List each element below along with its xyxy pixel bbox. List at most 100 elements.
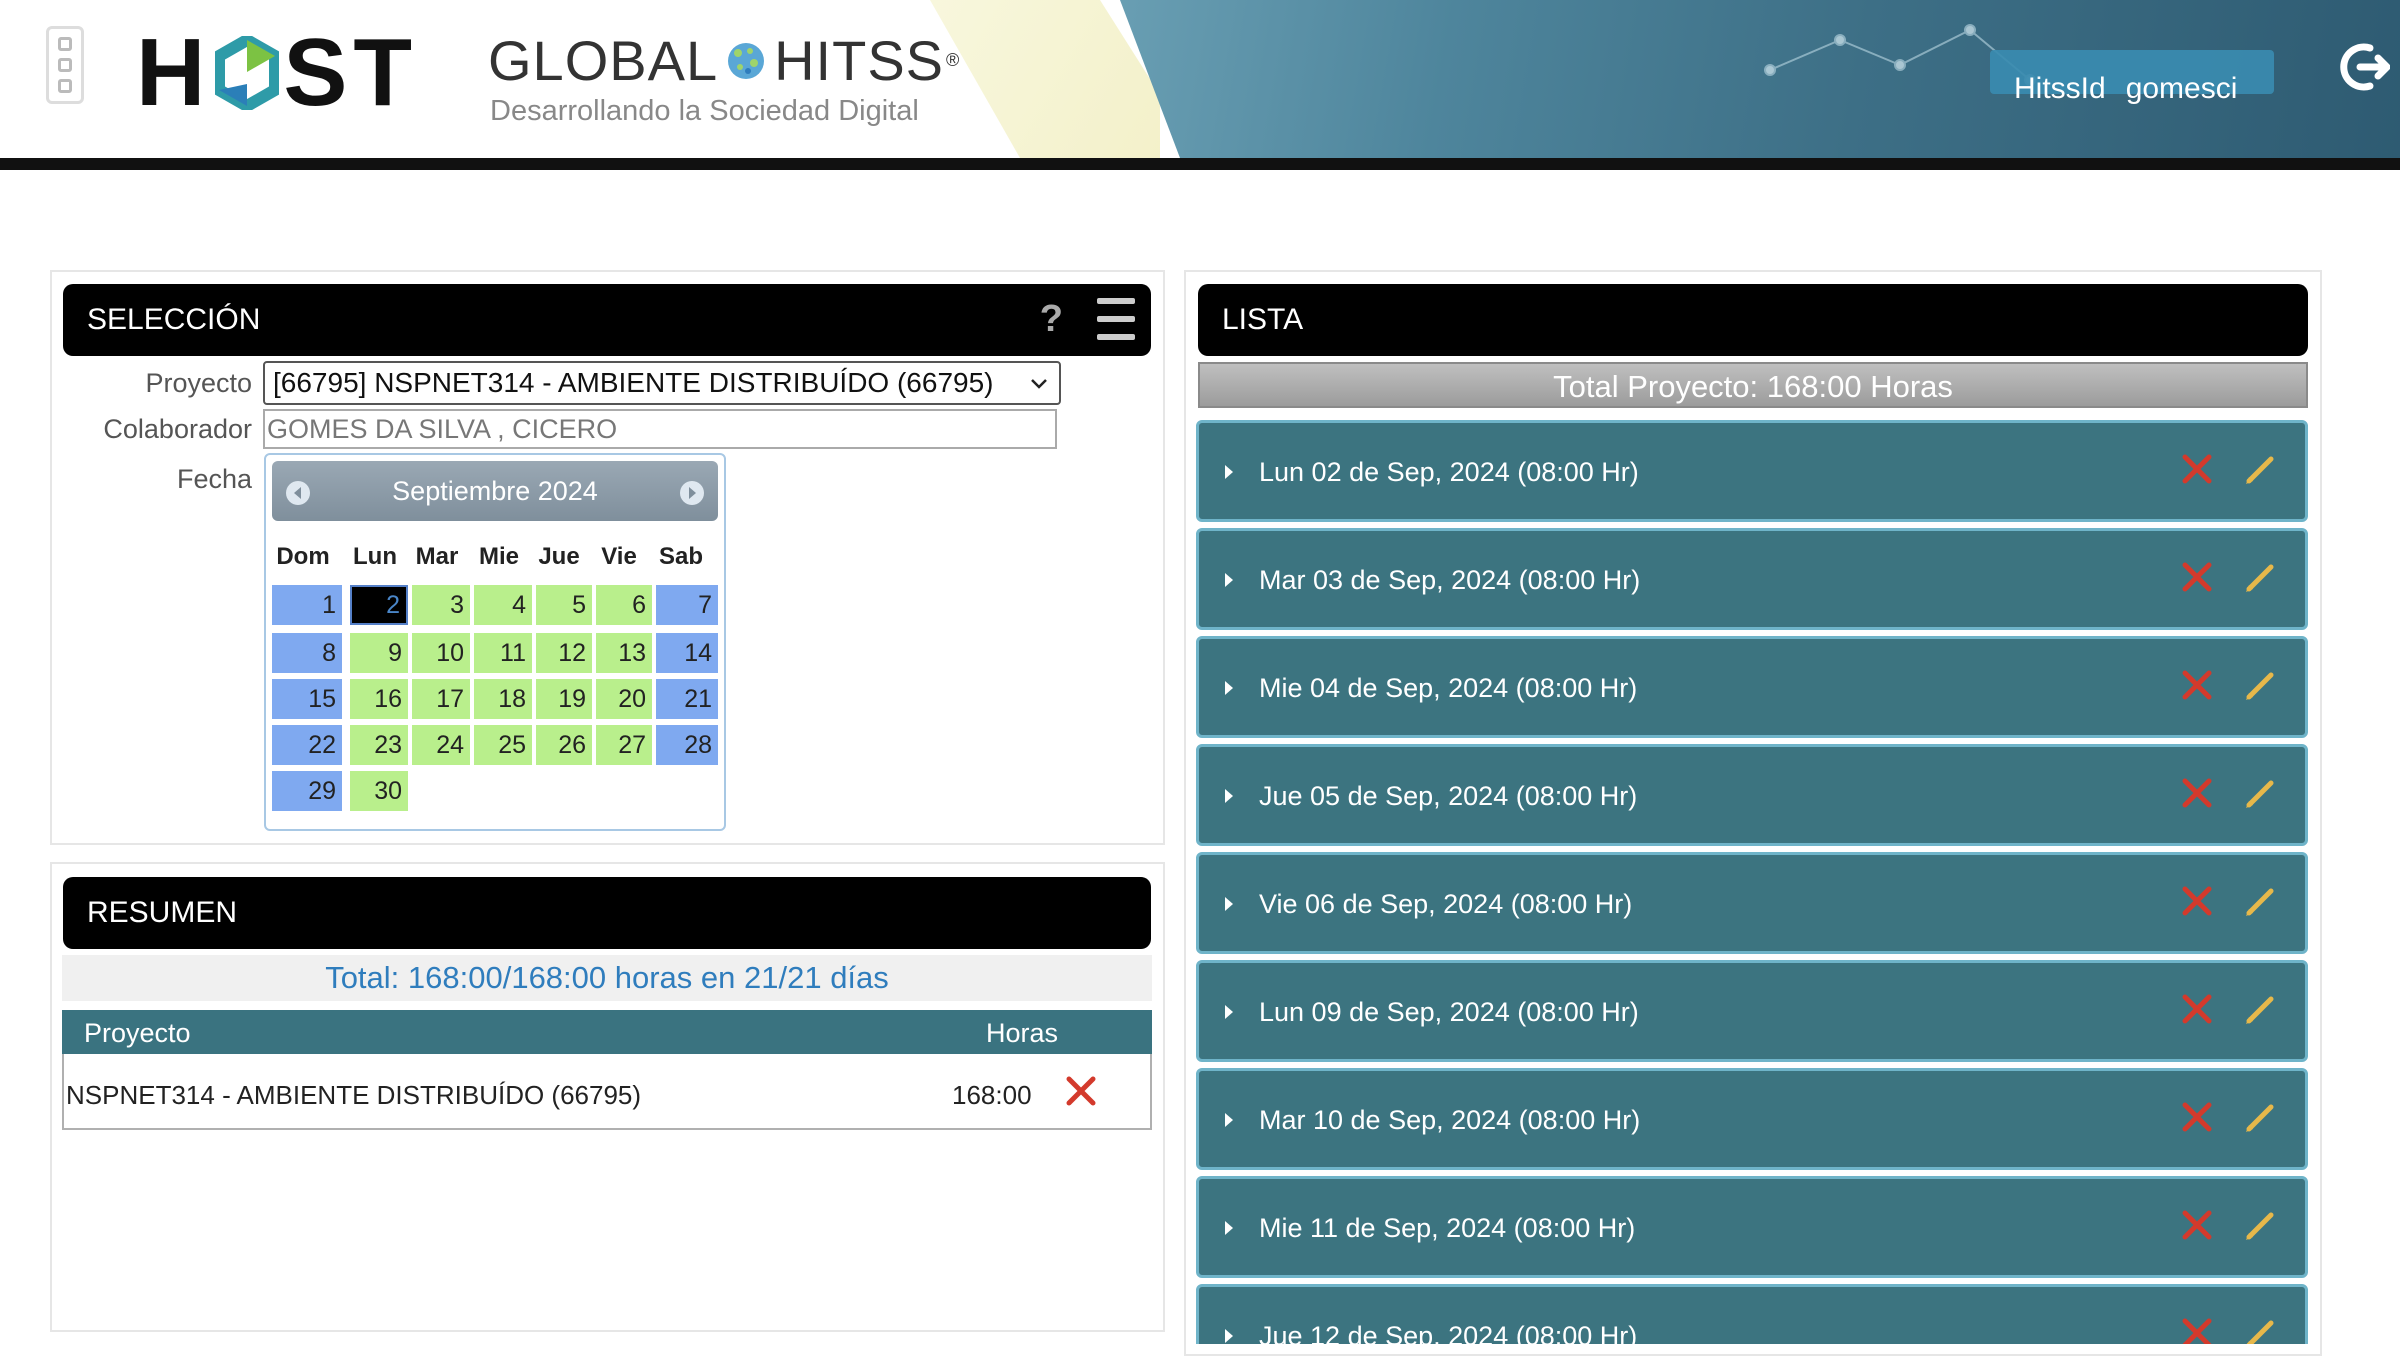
edit-pencil-icon[interactable]: [2243, 885, 2277, 919]
delete-icon[interactable]: [2179, 1207, 2215, 1243]
date-calendar: Septiembre 2024 Dom Lun Mar Mie Jue Vie Sab 1 2 3…: [264, 453, 726, 831]
edit-pencil-icon[interactable]: [2243, 993, 2277, 1027]
expand-caret-icon[interactable]: [1225, 573, 1233, 587]
calendar-day[interactable]: 21: [656, 679, 718, 719]
delete-icon[interactable]: [2179, 1315, 2215, 1344]
seleccion-title: SELECCIÓN: [87, 303, 261, 336]
calendar-day[interactable]: 10: [412, 633, 470, 673]
proyecto-select[interactable]: [66795] NSPNET314 - AMBIENTE DISTRIBUÍDO…: [263, 361, 1061, 405]
list-item[interactable]: Mie 11 de Sep, 2024 (08:00 Hr): [1196, 1176, 2308, 1278]
calendar-day[interactable]: 26: [536, 725, 592, 765]
calendar-day[interactable]: 1: [272, 585, 342, 625]
calendar-day[interactable]: 12: [536, 633, 592, 673]
calendar-day[interactable]: 13: [596, 633, 652, 673]
list-item-label: Mie 11 de Sep, 2024 (08:00 Hr): [1259, 1213, 1636, 1243]
calendar-day[interactable]: 25: [474, 725, 532, 765]
expand-caret-icon[interactable]: [1225, 465, 1233, 479]
calendar-dow-label: Dom: [276, 543, 330, 570]
calendar-day[interactable]: 9: [350, 633, 408, 673]
calendar-day[interactable]: 24: [412, 725, 470, 765]
calendar-day[interactable]: 4: [474, 585, 532, 625]
proyecto-label: Proyecto: [145, 368, 252, 398]
expand-caret-icon[interactable]: [1225, 681, 1233, 695]
delete-icon[interactable]: [2179, 883, 2215, 919]
header-decoration: [930, 0, 1160, 158]
user-name: gomesci: [2125, 72, 2238, 105]
edit-pencil-icon[interactable]: [2243, 453, 2277, 487]
expand-caret-icon[interactable]: [1225, 1329, 1233, 1343]
delete-icon[interactable]: [2179, 667, 2215, 703]
calendar-header: Septiembre 2024: [272, 461, 718, 521]
next-month-icon[interactable]: [680, 481, 704, 505]
list-item-label: Mar 10 de Sep, 2024 (08:00 Hr): [1259, 1105, 1641, 1135]
calendar-day[interactable]: 16: [350, 679, 408, 719]
expand-caret-icon[interactable]: [1225, 1221, 1233, 1235]
list-item[interactable]: Lun 02 de Sep, 2024 (08:00 Hr): [1196, 420, 2308, 522]
expand-caret-icon[interactable]: [1225, 897, 1233, 911]
list-item[interactable]: Jue 05 de Sep, 2024 (08:00 Hr): [1196, 744, 2308, 846]
delete-icon[interactable]: [1064, 1074, 1098, 1108]
host-hexagon-icon: [215, 36, 280, 110]
calendar-day[interactable]: 28: [656, 725, 718, 765]
day-list[interactable]: Lun 02 de Sep, 2024 (08:00 Hr) Mar 03 de …: [1196, 420, 2312, 1344]
list-item-label: Jue 05 de Sep, 2024 (08:00 Hr): [1259, 781, 1638, 811]
list-item[interactable]: Vie 06 de Sep, 2024 (08:00 Hr): [1196, 852, 2308, 954]
calendar-day[interactable]: 19: [536, 679, 592, 719]
calendar-day[interactable]: 30: [350, 771, 408, 811]
resumen-table: Proyecto Horas NSPNET314 - AMBIENTE DIST…: [62, 1010, 1152, 1130]
calendar-month-title: Septiembre 2024: [392, 475, 598, 506]
edit-pencil-icon[interactable]: [2243, 561, 2277, 595]
lista-title: LISTA: [1222, 303, 1304, 336]
delete-icon[interactable]: [2179, 991, 2215, 1027]
calendar-day[interactable]: 17: [412, 679, 470, 719]
delete-icon[interactable]: [2179, 559, 2215, 595]
edit-pencil-icon[interactable]: [2243, 777, 2277, 811]
calendar-day[interactable]: 22: [272, 725, 342, 765]
row-horas: 168:00: [952, 1080, 1032, 1110]
app-header: H ST GLOBAL HITSS ® Desarrollando la Soci…: [0, 0, 2400, 170]
resumen-header: RESUMEN: [63, 877, 1151, 949]
list-item[interactable]: Jue 12 de Sep, 2024 (08:00 Hr): [1196, 1284, 2308, 1344]
calendar-day[interactable]: 29: [272, 771, 342, 811]
calendar-day[interactable]: 11: [474, 633, 532, 673]
calendar-day[interactable]: 8: [272, 633, 342, 673]
delete-icon[interactable]: [2179, 451, 2215, 487]
edit-pencil-icon[interactable]: [2243, 669, 2277, 703]
expand-caret-icon[interactable]: [1225, 1113, 1233, 1127]
calendar-day[interactable]: 23: [350, 725, 408, 765]
edit-pencil-icon[interactable]: [2243, 1317, 2277, 1344]
calendar-day[interactable]: 27: [596, 725, 652, 765]
hamburger-menu-icon[interactable]: [1097, 298, 1135, 340]
help-icon[interactable]: ?: [1040, 298, 1063, 341]
list-item[interactable]: Mar 03 de Sep, 2024 (08:00 Hr): [1196, 528, 2308, 630]
total-proyecto-bar: Total Proyecto: 168:00 Horas: [1198, 362, 2308, 408]
calendar-day[interactable]: 7: [656, 585, 718, 625]
calendar-day[interactable]: 5: [536, 585, 592, 625]
prev-month-icon[interactable]: [286, 481, 310, 505]
edit-pencil-icon[interactable]: [2243, 1209, 2277, 1243]
list-item[interactable]: Mar 10 de Sep, 2024 (08:00 Hr): [1196, 1068, 2308, 1170]
expand-caret-icon[interactable]: [1225, 1005, 1233, 1019]
col-proyecto-header: Proyecto: [84, 1018, 191, 1048]
table-row: NSPNET314 - AMBIENTE DISTRIBUÍDO (66795)…: [62, 1054, 1152, 1130]
calendar-day[interactable]: 18: [474, 679, 532, 719]
list-item[interactable]: Lun 09 de Sep, 2024 (08:00 Hr): [1196, 960, 2308, 1062]
edit-pencil-icon[interactable]: [2243, 1101, 2277, 1135]
colaborador-field[interactable]: GOMES DA SILVA , CICERO: [263, 409, 1057, 449]
calendar-day[interactable]: 2: [350, 585, 408, 625]
col-horas-header: Horas: [986, 1018, 1059, 1048]
delete-icon[interactable]: [2179, 1099, 2215, 1135]
list-item[interactable]: Mie 04 de Sep, 2024 (08:00 Hr): [1196, 636, 2308, 738]
calendar-day[interactable]: 14: [656, 633, 718, 673]
apps-menu-icon[interactable]: [46, 26, 84, 104]
calendar-dow-label: Jue: [538, 543, 580, 570]
list-item-label: Mar 03 de Sep, 2024 (08:00 Hr): [1259, 565, 1641, 595]
calendar-day[interactable]: 6: [596, 585, 652, 625]
logout-icon[interactable]: [2340, 40, 2390, 94]
calendar-day[interactable]: 3: [412, 585, 470, 625]
expand-caret-icon[interactable]: [1225, 789, 1233, 803]
calendar-day[interactable]: 15: [272, 679, 342, 719]
calendar-day[interactable]: 20: [596, 679, 652, 719]
user-info[interactable]: HitssId gomesci: [2014, 72, 2237, 106]
delete-icon[interactable]: [2179, 775, 2215, 811]
